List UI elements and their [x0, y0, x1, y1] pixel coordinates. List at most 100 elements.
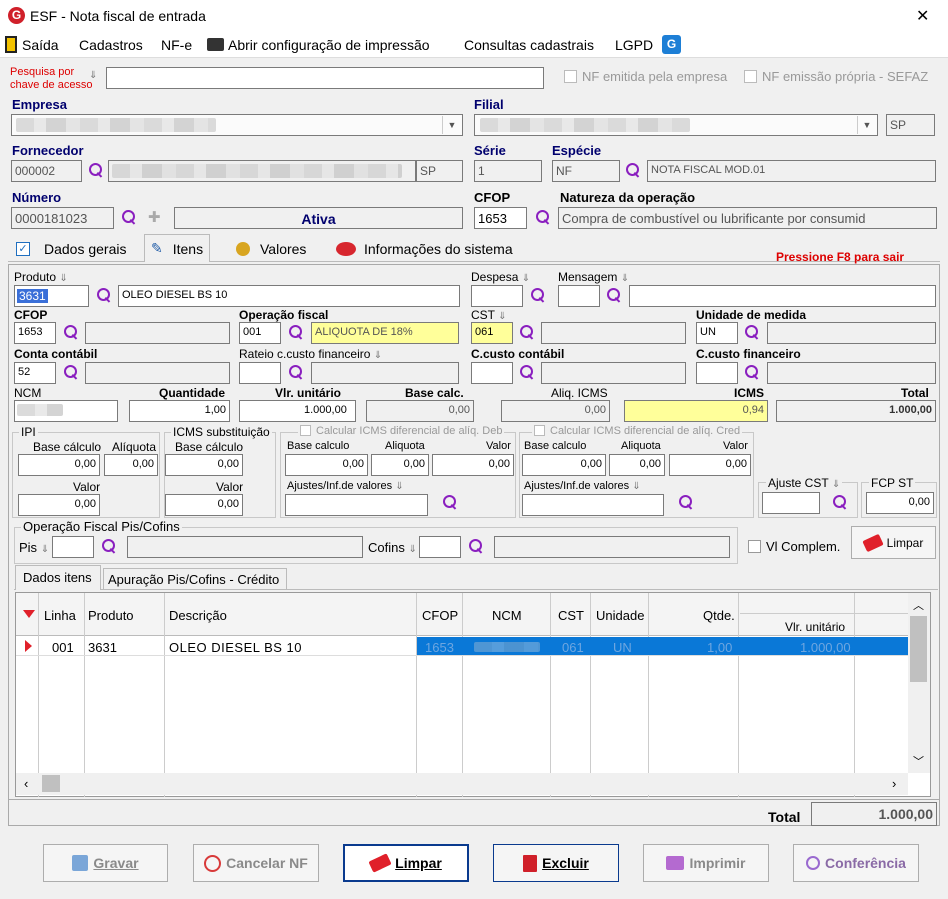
nf-propria-checkbox[interactable]: NF emissão própria - SEFAZ — [744, 69, 928, 84]
difdeb-aliq-input[interactable]: 0,00 — [371, 454, 429, 476]
fornecedor-code[interactable]: 000002 — [11, 160, 82, 182]
difcred-valor-input[interactable]: 0,00 — [669, 454, 751, 476]
menu-saida[interactable]: Saída — [22, 37, 59, 53]
ncm-label: NCM — [14, 386, 42, 400]
excluir-button[interactable]: Excluir — [493, 844, 619, 882]
produto-input[interactable]: 3631 — [14, 285, 89, 307]
conta-input[interactable]: 52 — [14, 362, 56, 384]
ipi-aliq-input[interactable]: 0,00 — [104, 454, 158, 476]
ipi-base-input[interactable]: 0,00 — [18, 454, 100, 476]
menu-abrir-impressao[interactable]: Abrir configuração de impressão — [228, 37, 430, 53]
qtd-input[interactable]: 1,00 — [129, 400, 230, 422]
especie-input[interactable]: NF — [552, 160, 620, 182]
menu-consultas[interactable]: Consultas cadastrais — [464, 37, 594, 53]
despesa-input[interactable] — [471, 285, 523, 307]
serie-input[interactable]: 1 — [474, 160, 542, 182]
cfop-input[interactable]: 1653 — [474, 207, 527, 229]
unidade-input[interactable]: UN — [696, 322, 738, 344]
search-especie-icon[interactable] — [625, 162, 641, 178]
search-cofins-icon[interactable] — [468, 538, 484, 554]
cst-input[interactable]: 061 — [471, 322, 513, 344]
plus-icon[interactable]: ✚ — [148, 208, 161, 226]
horizontal-scrollbar[interactable]: ‹ › — [16, 773, 908, 795]
item-cfop-input[interactable]: 1653 — [14, 322, 56, 344]
tab-dados-gerais[interactable]: ✓ Dados gerais — [10, 236, 133, 262]
difcred-ajustes-input[interactable] — [522, 494, 664, 516]
icmsst-base-input[interactable]: 0,00 — [165, 454, 243, 476]
ccusto-cont-input[interactable] — [471, 362, 513, 384]
scroll-thumb[interactable] — [910, 616, 927, 682]
hscroll-thumb[interactable] — [42, 775, 60, 792]
menu-lgpd[interactable]: LGPD — [615, 37, 653, 53]
search-cst-icon[interactable] — [519, 324, 535, 340]
ncm-blurred — [17, 404, 63, 416]
lgpd-icon[interactable]: G — [662, 35, 681, 54]
search-despesa-icon[interactable] — [530, 287, 546, 303]
difcred-checkbox[interactable]: Calcular ICMS diferencial de alíq. Cred — [532, 425, 743, 437]
scroll-left-icon[interactable]: ‹ — [24, 776, 28, 791]
status-field: Ativa — [174, 207, 463, 229]
gravar-button[interactable]: Gravar — [43, 844, 168, 882]
search-ccusto-cont-icon[interactable] — [519, 364, 535, 380]
tab-valores[interactable]: Valores — [230, 236, 312, 262]
subtab-dados-itens[interactable]: Dados itens — [15, 565, 101, 590]
tab-itens[interactable]: ✎ Itens — [144, 234, 211, 262]
piscofins-limpar-button[interactable]: Limpar — [851, 526, 936, 559]
search-ccusto-fin-icon[interactable] — [744, 364, 760, 380]
difdeb-checkbox[interactable]: Calcular ICMS diferencial de alíq. Deb — [298, 425, 505, 437]
ipi-valor-input[interactable]: 0,00 — [18, 494, 100, 516]
menu-nfe[interactable]: NF-e — [161, 37, 192, 53]
search-rateio-icon[interactable] — [288, 364, 304, 380]
menu-cadastros[interactable]: Cadastros — [79, 37, 143, 53]
rateio-input[interactable] — [239, 362, 281, 384]
conferencia-button[interactable]: Conferência — [793, 844, 919, 882]
chevron-down-icon[interactable]: ▼ — [442, 116, 461, 134]
search-fornecedor-icon[interactable] — [88, 162, 104, 178]
search-opfiscal-icon[interactable] — [288, 324, 304, 340]
difcred-aliq-input[interactable]: 0,00 — [609, 454, 665, 476]
scroll-up-icon[interactable]: ︿ — [913, 597, 924, 613]
search-unidade-icon[interactable] — [744, 324, 760, 340]
search-item-cfop-icon[interactable] — [63, 324, 79, 340]
search-ajuste-icon[interactable] — [832, 494, 848, 510]
search-conta-icon[interactable] — [63, 364, 79, 380]
search-produto-icon[interactable] — [96, 287, 112, 303]
numero-input[interactable]: 0000181023 — [11, 207, 114, 229]
imprimir-button[interactable]: Imprimir — [643, 844, 769, 882]
pis-input[interactable] — [52, 536, 94, 558]
difdeb-ajustes-input[interactable] — [285, 494, 428, 516]
mensagem-desc — [629, 285, 936, 307]
ccusto-fin-input[interactable] — [696, 362, 738, 384]
vertical-scrollbar[interactable]: ︿ ﹀ — [908, 593, 930, 773]
difdeb-base-input[interactable]: 0,00 — [285, 454, 368, 476]
search-cfop-icon[interactable] — [535, 209, 551, 225]
close-icon[interactable]: ✕ — [916, 6, 929, 26]
scroll-down-icon[interactable]: ﹀ — [913, 753, 924, 769]
subtab-apuracao[interactable]: Apuração Pis/Cofins - Crédito — [103, 568, 287, 590]
difdeb-valor-input[interactable]: 0,00 — [432, 454, 514, 476]
vl-complem-checkbox[interactable]: Vl Complem. — [748, 539, 840, 554]
tab-valores-label: Valores — [260, 241, 307, 257]
limpar-button[interactable]: Limpar — [343, 844, 469, 882]
scroll-right-icon[interactable]: › — [892, 776, 896, 791]
cancelar-nf-button[interactable]: Cancelar NF — [193, 844, 319, 882]
search-numero-icon[interactable] — [121, 209, 137, 225]
nf-emitida-checkbox[interactable]: NF emitida pela empresa — [564, 69, 727, 84]
ipi-aliq-label: Alíquota — [112, 440, 157, 454]
chave-acesso-input[interactable] — [106, 67, 544, 89]
produto-code: 3631 — [17, 289, 48, 303]
icmsst-valor-input[interactable]: 0,00 — [165, 494, 243, 516]
search-difcred-icon[interactable] — [678, 494, 694, 510]
fcp-input[interactable]: 0,00 — [866, 492, 934, 514]
opfiscal-input[interactable]: 001 — [239, 322, 281, 344]
ajuste-cst-input[interactable] — [762, 492, 820, 514]
search-pis-icon[interactable] — [101, 538, 117, 554]
chevron-down-icon[interactable]: ▼ — [857, 116, 876, 134]
cofins-input[interactable] — [419, 536, 461, 558]
tab-info-sistema[interactable]: Informações do sistema — [330, 236, 519, 262]
search-mensagem-icon[interactable] — [606, 287, 622, 303]
vlr-input[interactable]: 1.000,00 — [239, 400, 356, 422]
difcred-base-input[interactable]: 0,00 — [522, 454, 606, 476]
mensagem-input[interactable] — [558, 285, 600, 307]
search-difdeb-icon[interactable] — [442, 494, 458, 510]
